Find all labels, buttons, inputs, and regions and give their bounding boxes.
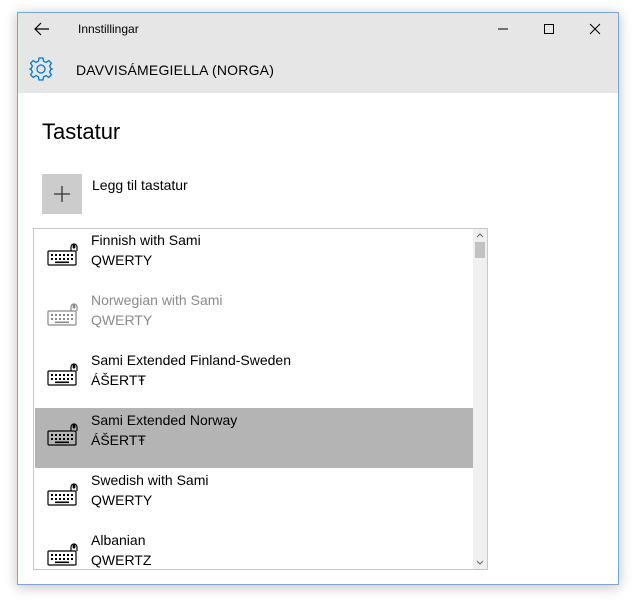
add-keyboard-button[interactable]: Legg til tastatur xyxy=(42,174,262,214)
chevron-down-icon xyxy=(476,560,484,565)
keyboard-name: Albanian xyxy=(91,532,146,548)
plus-icon xyxy=(54,186,70,202)
add-keyboard-tile[interactable] xyxy=(42,174,82,214)
keyboard-name: Finnish with Sami xyxy=(91,232,201,248)
scroll-thumb[interactable] xyxy=(475,242,485,258)
keyboard-icon xyxy=(47,303,78,326)
keyboard-item-selected[interactable]: Sami Extended Norway ÁŠERTŦ xyxy=(35,408,475,468)
header-title: DAVVISÁMEGIELLA (NORGA) xyxy=(76,62,275,78)
list-scrollbar[interactable] xyxy=(473,229,487,569)
maximize-icon xyxy=(544,24,554,34)
keyboard-icon xyxy=(47,483,78,506)
keyboard-list[interactable]: Finnish with Sami QWERTY Norwegian with … xyxy=(33,228,488,570)
keyboard-layout: ÁŠERTŦ xyxy=(91,372,146,388)
keyboard-name: Sami Extended Finland-Sweden xyxy=(91,352,292,368)
keyboard-name: Swedish with Sami xyxy=(91,472,209,488)
settings-window: Innstillingar DAVVISÁMEGIELLA (NORGA) Ta… xyxy=(17,12,619,585)
keyboard-item[interactable]: Albanian QWERTZ xyxy=(35,528,475,569)
keyboard-icon xyxy=(47,363,78,386)
page-header: DAVVISÁMEGIELLA (NORGA) xyxy=(18,45,618,93)
minimize-icon xyxy=(498,28,508,30)
chevron-up-icon xyxy=(476,233,484,238)
keyboard-layout: QWERTY xyxy=(91,312,153,328)
add-keyboard-label: Legg til tastatur xyxy=(92,177,188,193)
keyboard-layout: QWERTY xyxy=(91,492,153,508)
keyboard-icon xyxy=(47,543,78,566)
close-icon xyxy=(589,23,601,35)
page-title: Tastatur xyxy=(42,119,121,144)
minimize-button[interactable] xyxy=(480,13,526,45)
back-arrow-icon xyxy=(34,22,49,36)
close-button[interactable] xyxy=(572,13,618,45)
keyboard-item[interactable]: Finnish with Sami QWERTY xyxy=(35,229,475,288)
keyboard-icon xyxy=(47,243,78,266)
back-button[interactable] xyxy=(28,17,56,41)
title-bar: Innstillingar xyxy=(18,13,618,45)
keyboard-layout: QWERTY xyxy=(91,252,153,268)
scroll-up-button[interactable] xyxy=(473,229,487,241)
keyboard-name: Sami Extended Norway xyxy=(91,412,238,428)
gear-icon xyxy=(28,57,54,81)
keyboard-item[interactable]: Swedish with Sami QWERTY xyxy=(35,468,475,528)
keyboard-icon xyxy=(47,423,78,446)
keyboard-item[interactable]: Norwegian with Sami QWERTY xyxy=(35,288,475,348)
maximize-button[interactable] xyxy=(526,13,572,45)
keyboard-name: Norwegian with Sami xyxy=(91,292,223,308)
keyboard-layout: QWERTZ xyxy=(91,552,152,568)
window-title: Innstillingar xyxy=(78,22,139,36)
scroll-down-button[interactable] xyxy=(473,557,487,569)
keyboard-layout: ÁŠERTŦ xyxy=(91,432,146,448)
keyboard-item[interactable]: Sami Extended Finland-Sweden ÁŠERTŦ xyxy=(35,348,475,408)
